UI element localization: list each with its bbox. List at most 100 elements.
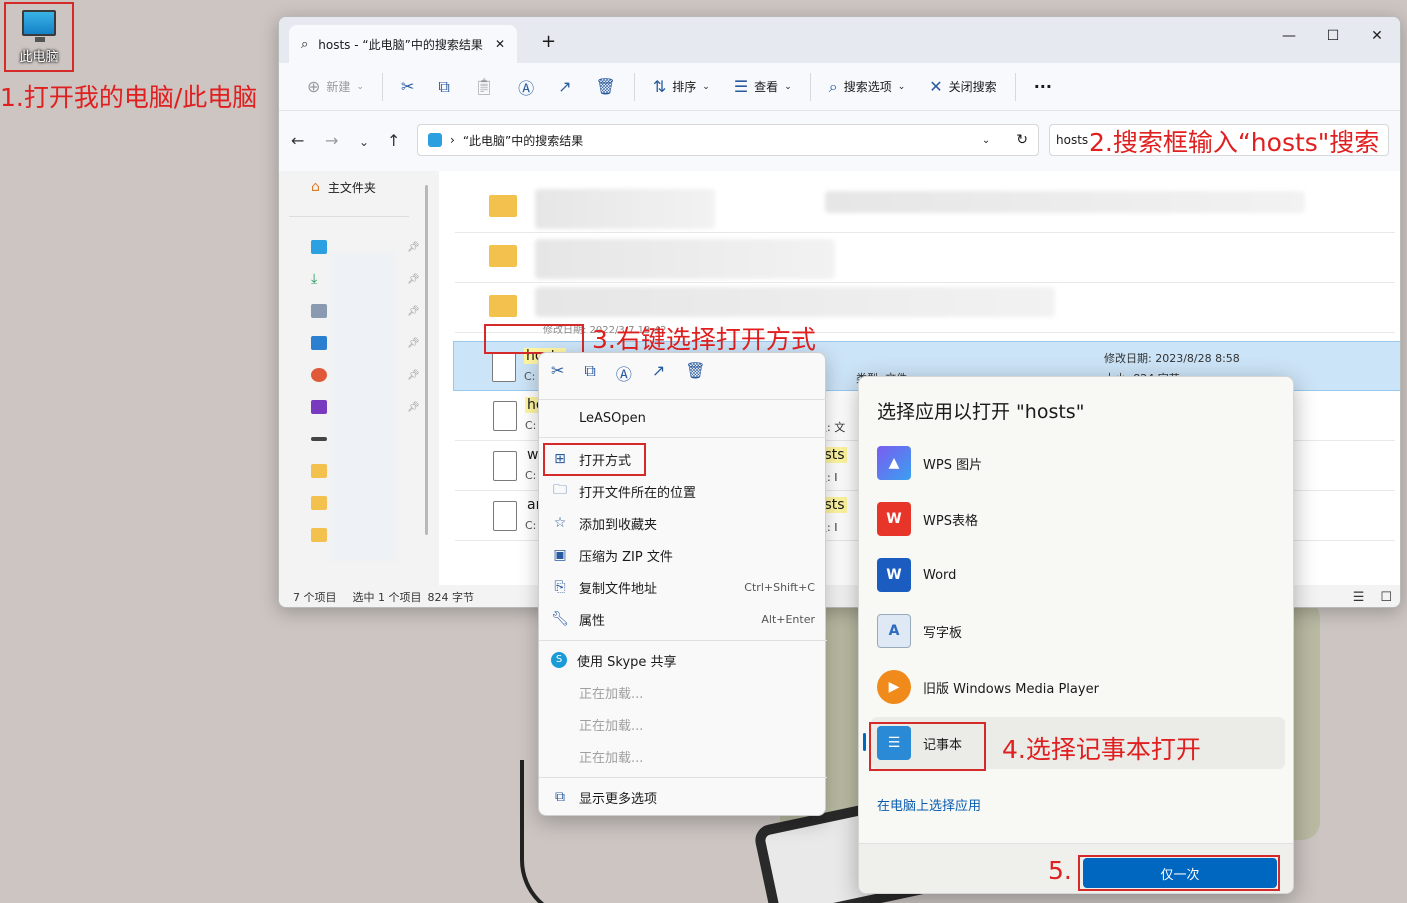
rename-icon: Ⓐ: [518, 78, 535, 98]
copy-button[interactable]: ⧉: [428, 71, 459, 103]
file-path: C:: [524, 370, 536, 383]
menu-item-add-favorite[interactable]: ☆ 添加到收藏夹: [551, 508, 815, 538]
show-more-icon: ⧉: [555, 789, 565, 805]
search-input[interactable]: hosts: [1056, 133, 1088, 147]
file-path: C:: [525, 419, 537, 432]
close-tab-icon[interactable]: ✕: [495, 37, 505, 51]
arrow-up-icon: ↑: [387, 131, 401, 150]
sort-icon: ⇅: [652, 77, 667, 96]
this-pc-label: 此电脑: [19, 49, 59, 65]
forward-button[interactable]: →: [325, 131, 338, 150]
selected-indicator: [863, 733, 866, 751]
sidebar-item-label: 主文件夹: [327, 180, 376, 195]
highlight-notepad: [869, 722, 986, 771]
maximize-button[interactable]: ☐: [1311, 23, 1355, 49]
paste-icon: 📋︎: [473, 77, 495, 96]
chevron-down-icon: ⌄: [359, 135, 370, 149]
search-options-icon: ⌕: [828, 76, 838, 96]
app-option-wps-sheet[interactable]: W WPS表格: [871, 493, 1285, 545]
app-option-word[interactable]: W Word: [871, 549, 1285, 601]
view-list-icon: ☰: [733, 77, 749, 96]
refresh-icon[interactable]: ↻: [1016, 132, 1028, 148]
menu-item-compress-zip[interactable]: ▣ 压缩为 ZIP 文件: [551, 540, 815, 570]
up-button[interactable]: ↑: [387, 131, 400, 150]
cut-button[interactable]: ✂: [391, 71, 424, 103]
breadcrumb-separator-icon: ›: [450, 133, 455, 147]
share-button[interactable]: ↗: [548, 71, 581, 103]
menu-item-leasopen[interactable]: LeASOpen: [551, 403, 815, 433]
chevron-down-icon: ⌄: [784, 81, 792, 92]
search-options-button[interactable]: ⌕ 搜索选项 ⌄: [819, 71, 916, 103]
file-date: 修改日期: 2023/8/28 8:58: [1104, 352, 1240, 365]
choose-app-on-pc-link[interactable]: 在电脑上选择应用: [877, 795, 981, 814]
open-with-dialog: 选择应用以打开 "hosts" ▲ WPS 图片 W WPS表格 W Word …: [858, 376, 1294, 894]
recent-locations-button[interactable]: ⌄: [359, 135, 369, 149]
folder-icon: [489, 195, 517, 217]
sidebar-item-home[interactable]: ⌂ 主文件夹: [279, 171, 439, 203]
rename-button[interactable]: Ⓐ: [508, 71, 544, 103]
new-tab-button[interactable]: +: [541, 31, 556, 52]
view-button[interactable]: ☰ 查看 ⌄: [724, 71, 802, 103]
close-window-button[interactable]: ✕: [1355, 23, 1399, 49]
chevron-down-icon[interactable]: ⌄: [982, 135, 990, 146]
new-button[interactable]: ⊕ 新建 ⌄: [297, 71, 374, 103]
wps-picture-icon: ▲: [877, 446, 911, 480]
menu-item-properties[interactable]: 🔧︎ 属性 Alt+Enter: [551, 604, 815, 634]
pin-icon: 📌︎: [407, 305, 420, 317]
menu-item-show-more[interactable]: ⧉ 显示更多选项: [551, 782, 815, 812]
music-icon: [311, 368, 327, 382]
tab-search-results[interactable]: ⌕ hosts - “此电脑”中的搜索结果 ✕: [289, 25, 517, 63]
selected-size: 824 字节: [427, 591, 475, 604]
menu-separator: [539, 437, 827, 438]
list-item[interactable]: [455, 183, 1395, 233]
menu-item-open-location[interactable]: 🗀 打开文件所在的位置: [551, 476, 815, 506]
annotation-step5: 5.: [1048, 856, 1072, 885]
highlight-just-once: [1078, 855, 1280, 891]
share-icon[interactable]: ↗: [652, 361, 665, 385]
toolbar-separator: [809, 72, 811, 101]
picture-icon: [311, 336, 327, 350]
trash-icon[interactable]: 🗑︎: [685, 361, 705, 385]
folder-outline-icon: 🗀: [553, 482, 567, 498]
maximize-icon: ☐: [1326, 28, 1340, 44]
tiles-view-icon[interactable]: ☐: [1380, 590, 1392, 605]
menu-item-loading: 正在加载...: [579, 686, 644, 702]
chevron-down-icon: ⌄: [897, 81, 906, 92]
details-view-icon[interactable]: ☰: [1353, 590, 1365, 605]
paste-button[interactable]: 📋︎: [464, 71, 504, 103]
app-option-wps-picture[interactable]: ▲ WPS 图片: [871, 437, 1285, 489]
menu-item-loading: 正在加载...: [579, 718, 644, 734]
trash-icon: 🗑︎: [595, 77, 616, 96]
scissors-icon: ✂: [400, 77, 415, 96]
pin-icon: 📌︎: [407, 369, 420, 381]
copy-path-icon: ⎘: [554, 579, 566, 595]
scissors-icon[interactable]: ✂: [551, 361, 564, 385]
menu-item-copy-path[interactable]: ⎘ 复制文件地址 Ctrl+Shift+C: [551, 572, 815, 602]
rename-icon[interactable]: Ⓐ: [616, 361, 632, 385]
close-search-button[interactable]: ✕ 关闭搜索: [919, 71, 1006, 103]
sidebar-scrollbar[interactable]: [425, 185, 428, 535]
this-pc-desktop-icon[interactable]: 此电脑: [4, 2, 74, 72]
tab-bar: ⌕ hosts - “此电脑”中的搜索结果 ✕ + — ☐ ✕: [279, 17, 1400, 63]
toolbar-separator: [1014, 72, 1016, 101]
list-item[interactable]: [455, 233, 1395, 283]
drive-icon: [311, 437, 327, 441]
more-options-button[interactable]: ···: [1024, 71, 1062, 103]
delete-button[interactable]: 🗑︎: [586, 71, 626, 103]
document-icon: [311, 304, 327, 318]
sort-button[interactable]: ⇅ 排序 ⌄: [643, 71, 720, 103]
minimize-button[interactable]: —: [1267, 23, 1311, 49]
search-icon: ⌕: [301, 36, 309, 52]
toolbar-separator: [381, 72, 383, 101]
menu-item-skype-share[interactable]: S 使用 Skype 共享: [551, 645, 815, 675]
address-bar[interactable]: › “此电脑”中的搜索结果 ⌄ ↻: [417, 124, 1039, 156]
video-icon: [311, 400, 327, 414]
file-icon: [493, 451, 517, 481]
folder-icon: [311, 528, 327, 542]
plus-circle-icon: ⊕: [307, 77, 321, 96]
copy-icon[interactable]: ⧉: [584, 361, 595, 385]
app-option-wordpad[interactable]: A 写字板: [871, 605, 1285, 657]
app-option-media-player[interactable]: ▶ 旧版 Windows Media Player: [871, 661, 1285, 713]
menu-separator: [539, 399, 827, 400]
back-button[interactable]: ←: [291, 131, 304, 150]
